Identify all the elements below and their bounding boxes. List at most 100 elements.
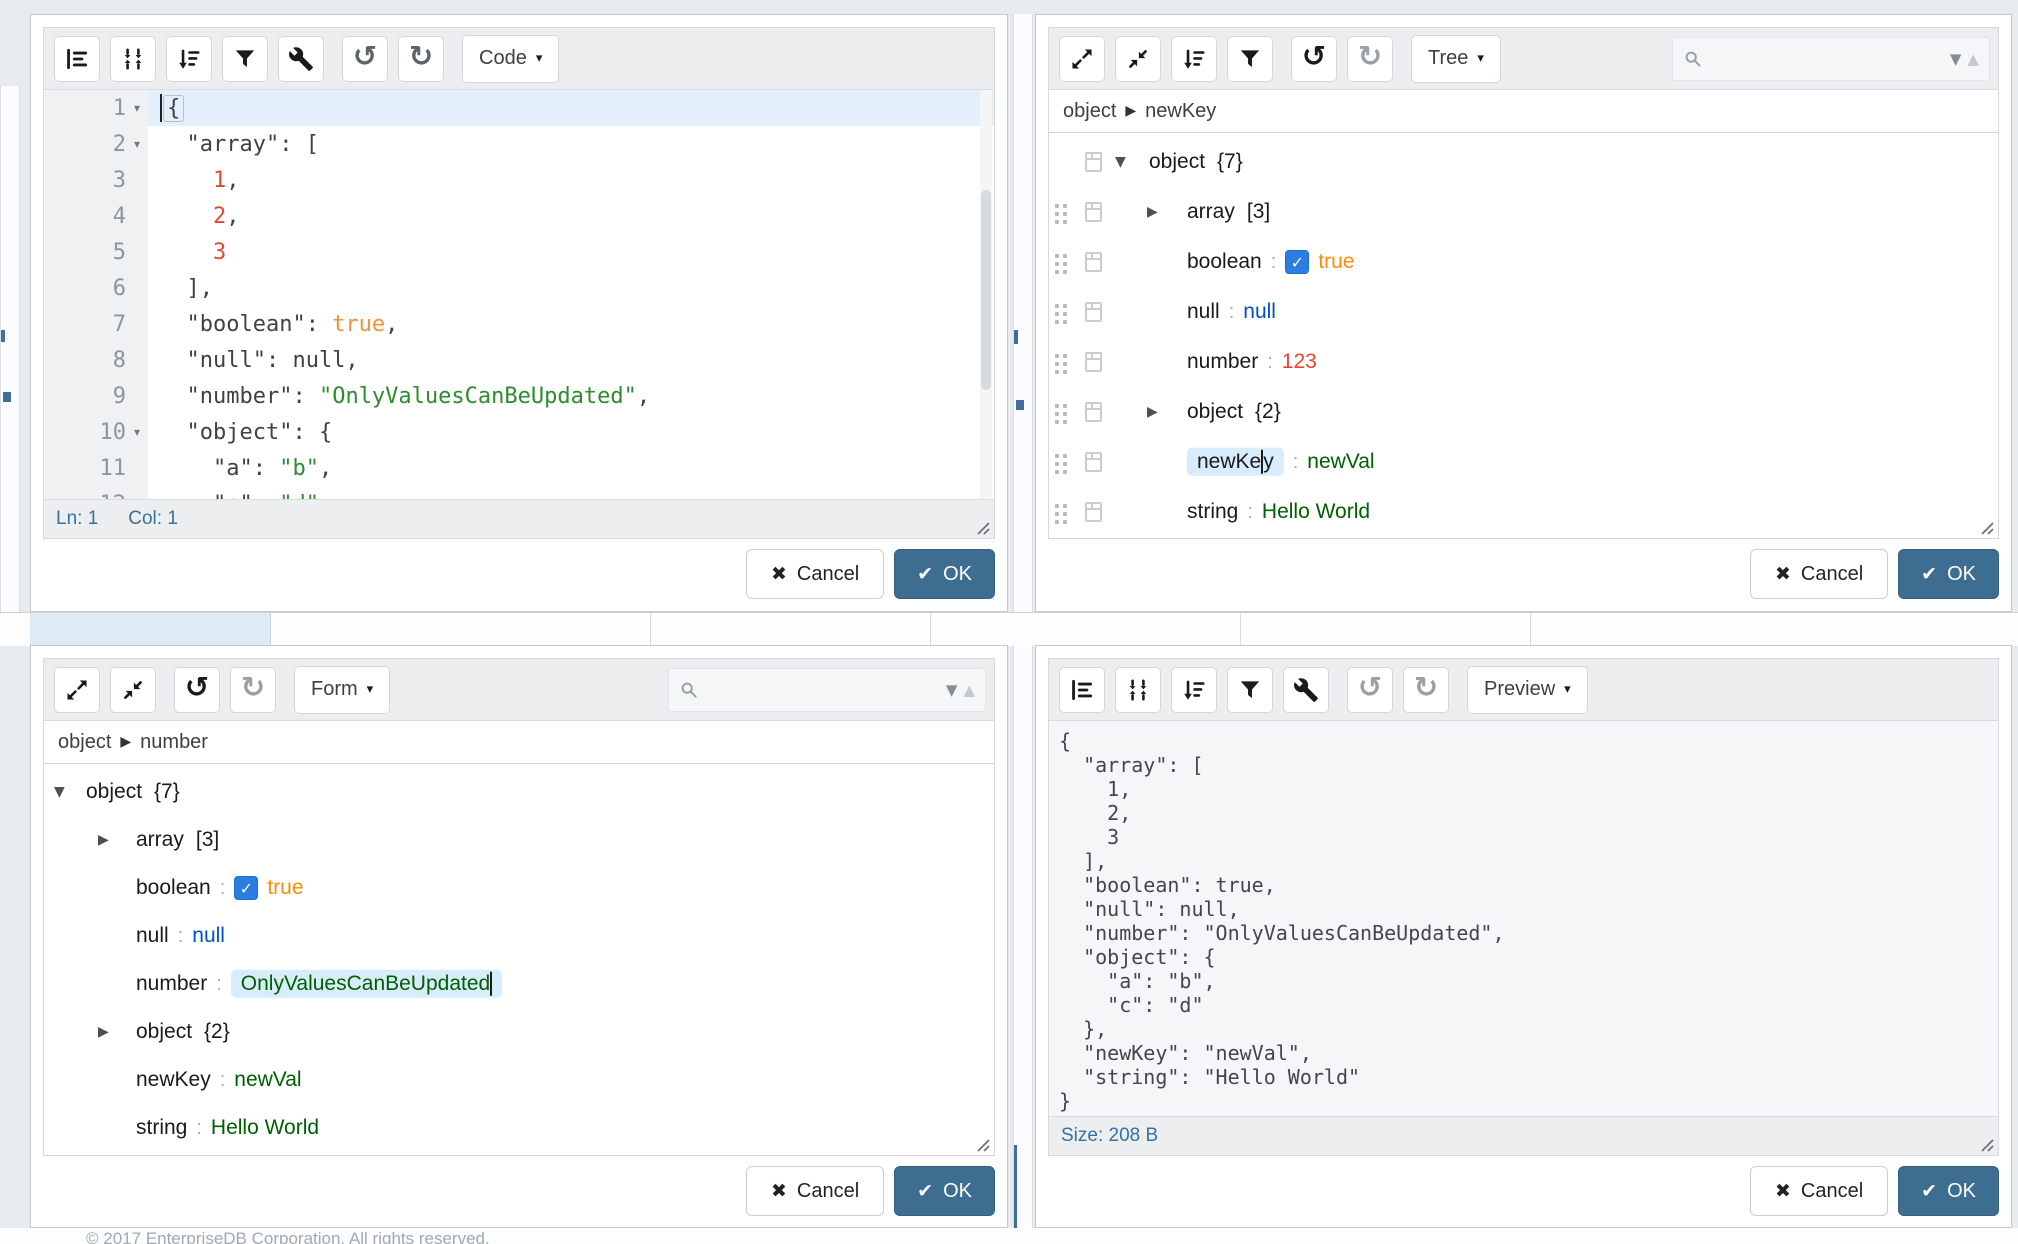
mode-dropdown-code[interactable]: Code ▾ (462, 35, 559, 83)
field-value[interactable]: null (1243, 300, 1276, 324)
search-next-icon[interactable]: ▼ (946, 681, 958, 699)
collapse-all-button[interactable] (1115, 36, 1161, 82)
field-name[interactable]: number (1187, 350, 1258, 374)
filter-button[interactable] (1227, 667, 1273, 713)
context-menu-button[interactable] (1085, 402, 1102, 422)
ok-button[interactable]: ✔ OK (894, 549, 995, 599)
breadcrumb-item[interactable]: object (1063, 100, 1116, 123)
code-line-text[interactable]: "null": null, (148, 342, 994, 378)
collapse-all-button[interactable] (110, 667, 156, 713)
code-line-text[interactable]: "object": { (148, 414, 994, 450)
fold-toggle-icon[interactable]: ▾ (126, 137, 148, 151)
collapse-toggle-icon[interactable]: ▼ (1115, 155, 1126, 169)
expand-toggle-icon[interactable]: ▶ (1147, 205, 1158, 219)
field-value[interactable]: true (1318, 250, 1354, 274)
search-next-icon[interactable]: ▼ (1950, 50, 1962, 68)
field-value[interactable]: true (267, 876, 303, 900)
format-button[interactable] (1059, 667, 1105, 713)
drag-handle[interactable] (1055, 404, 1059, 408)
context-menu-button[interactable] (1085, 302, 1102, 322)
cancel-button[interactable]: ✖ Cancel (1750, 549, 1888, 599)
code-line[interactable]: 11 "a": "b", (44, 450, 994, 486)
code-line-text[interactable]: 1, (148, 162, 994, 198)
sort-button[interactable] (1171, 667, 1217, 713)
fold-toggle-icon[interactable]: ▾ (126, 101, 148, 115)
breadcrumb-item[interactable]: newKey (1145, 100, 1216, 123)
redo-button[interactable]: ↻ (1403, 667, 1449, 713)
ok-button[interactable]: ✔ OK (1898, 1166, 1999, 1216)
code-line-text[interactable]: 2, (148, 198, 994, 234)
field-name[interactable]: object (86, 780, 142, 804)
sort-button[interactable] (166, 36, 212, 82)
drag-handle[interactable] (1055, 454, 1059, 458)
mode-dropdown-tree[interactable]: Tree ▾ (1411, 35, 1501, 83)
field-name[interactable]: array (136, 828, 184, 852)
mode-dropdown-form[interactable]: Form ▾ (294, 666, 390, 714)
repair-button[interactable] (278, 36, 324, 82)
resize-handle-icon[interactable] (1979, 1137, 1995, 1153)
field-name[interactable]: object (136, 1020, 192, 1044)
undo-button[interactable]: ↺ (342, 36, 388, 82)
code-line[interactable]: 5 3 (44, 234, 994, 270)
expand-all-button[interactable] (1059, 36, 1105, 82)
field-value[interactable]: newVal (1307, 450, 1374, 474)
context-menu-button[interactable] (1085, 352, 1102, 372)
code-line[interactable]: 3 1, (44, 162, 994, 198)
code-line-text[interactable]: "c": "d" (148, 486, 994, 499)
context-menu-button[interactable] (1085, 202, 1102, 222)
context-menu-button[interactable] (1085, 152, 1102, 172)
repair-button[interactable] (1283, 667, 1329, 713)
drag-handle[interactable] (1055, 204, 1059, 208)
expand-toggle-icon[interactable]: ▶ (98, 1025, 109, 1039)
code-line[interactable]: 6 ], (44, 270, 994, 306)
field-name[interactable]: boolean (136, 876, 211, 900)
field-name[interactable]: string (1187, 500, 1238, 524)
search-input[interactable] (707, 678, 946, 702)
search-previous-icon[interactable]: ▲ (1967, 50, 1979, 68)
field-name[interactable]: string (136, 1116, 187, 1140)
context-menu-button[interactable] (1085, 252, 1102, 272)
context-menu-button[interactable] (1085, 502, 1102, 522)
code-line[interactable]: 2▾ "array": [ (44, 126, 994, 162)
expand-toggle-icon[interactable]: ▶ (1147, 405, 1158, 419)
scrollbar-thumb[interactable] (981, 190, 991, 390)
code-line-text[interactable]: 3 (148, 234, 994, 270)
field-value[interactable]: 123 (1282, 350, 1317, 374)
code-line-text[interactable]: "a": "b", (148, 450, 994, 486)
code-line-text[interactable]: ], (148, 270, 994, 306)
drag-handle[interactable] (1055, 304, 1059, 308)
drag-handle[interactable] (1055, 254, 1059, 258)
drag-handle[interactable] (1055, 504, 1059, 508)
field-name[interactable]: null (136, 924, 169, 948)
code-line-text[interactable]: "array": [ (148, 126, 994, 162)
field-name[interactable]: null (1187, 300, 1220, 324)
code-line[interactable]: 10▾ "object": { (44, 414, 994, 450)
field-name[interactable]: number (136, 972, 207, 996)
search-previous-icon[interactable]: ▲ (963, 681, 975, 699)
fold-toggle-icon[interactable]: ▾ (126, 425, 148, 439)
code-line[interactable]: 1▾{ (44, 90, 994, 126)
redo-button[interactable]: ↻ (398, 36, 444, 82)
filter-button[interactable] (222, 36, 268, 82)
format-button[interactable] (54, 36, 100, 82)
cancel-button[interactable]: ✖ Cancel (746, 1166, 884, 1216)
breadcrumb-item[interactable]: object (58, 731, 111, 754)
undo-button[interactable]: ↺ (1347, 667, 1393, 713)
field-value[interactable]: Hello World (1262, 500, 1370, 524)
redo-button[interactable]: ↻ (1347, 36, 1393, 82)
code-line[interactable]: 4 2, (44, 198, 994, 234)
ok-button[interactable]: ✔ OK (1898, 549, 1999, 599)
filter-button[interactable] (1227, 36, 1273, 82)
field-name[interactable]: object (1149, 150, 1205, 174)
breadcrumb-item[interactable]: number (140, 731, 208, 754)
resize-handle-icon[interactable] (1979, 520, 1995, 536)
compact-button[interactable] (1115, 667, 1161, 713)
compact-button[interactable] (110, 36, 156, 82)
resize-handle-icon[interactable] (975, 1137, 991, 1153)
boolean-checkbox[interactable]: ✓ (1285, 250, 1309, 274)
context-menu-button[interactable] (1085, 452, 1102, 472)
field-name[interactable]: array (1187, 200, 1235, 224)
code-line[interactable]: 12 "c": "d" (44, 486, 994, 499)
code-line-text[interactable]: { (148, 90, 994, 126)
cancel-button[interactable]: ✖ Cancel (1750, 1166, 1888, 1216)
